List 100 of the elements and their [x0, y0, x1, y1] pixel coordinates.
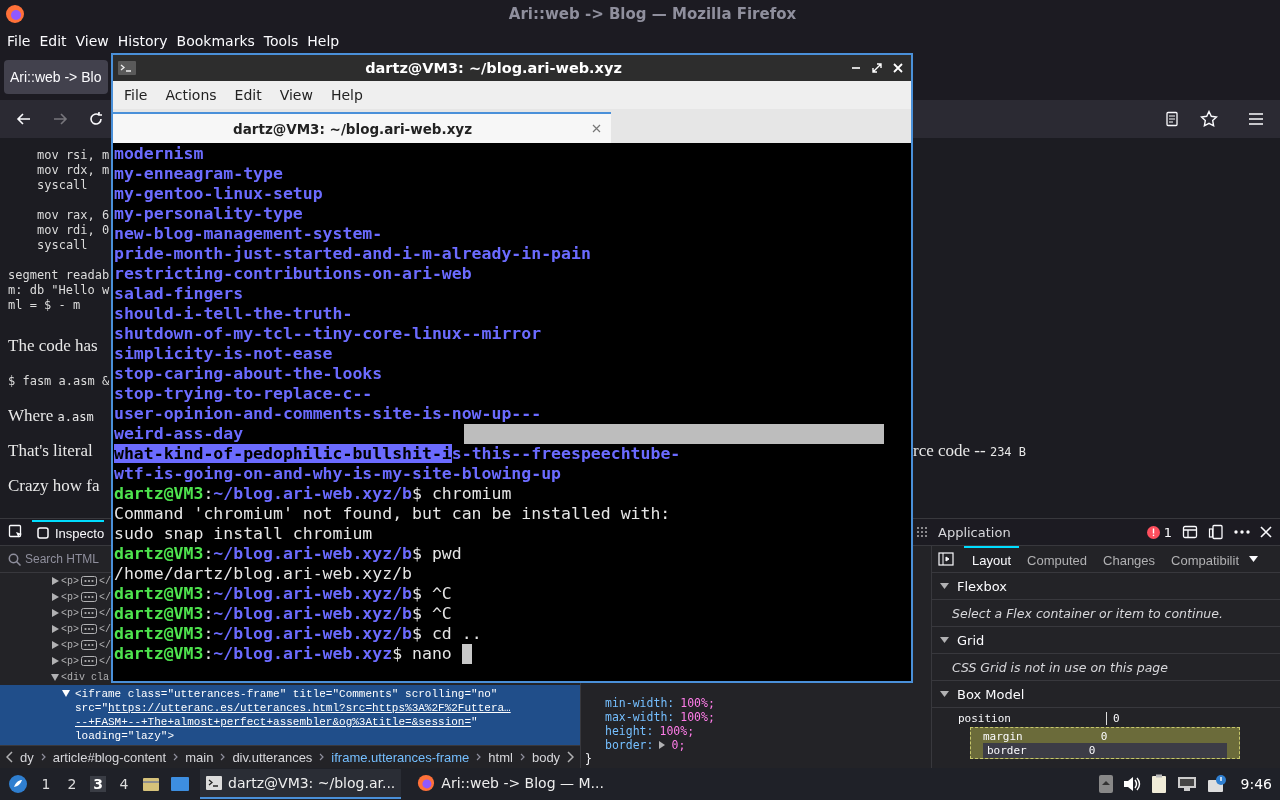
- url-link[interactable]: https://utteranc.es/utterances.html?src=https%3A%2F%2Futtera…: [108, 702, 511, 714]
- menu-item[interactable]: Tools: [259, 32, 303, 49]
- tree-node[interactable]: <p>: [61, 607, 79, 619]
- ellipsis-icon[interactable]: [81, 656, 97, 666]
- desktop-icon[interactable]: [170, 776, 190, 792]
- volume-icon[interactable]: [1122, 776, 1141, 792]
- sidebar-toggle-icon[interactable]: [938, 552, 954, 566]
- menu-item[interactable]: Bookmarks: [172, 32, 259, 49]
- search-field[interactable]: Search HTML: [25, 552, 105, 566]
- maximize-icon[interactable]: [872, 63, 882, 73]
- back-arrow-icon[interactable]: [16, 111, 32, 127]
- inspector-tab[interactable]: Inspecto: [32, 519, 105, 545]
- collapse-arrow-icon[interactable]: [62, 690, 70, 697]
- reader-view-icon[interactable]: [1164, 111, 1180, 127]
- application-tab[interactable]: Application: [938, 524, 1011, 540]
- breadcrumb[interactable]: dy: [20, 749, 34, 765]
- tree-node[interactable]: <p>: [61, 639, 79, 651]
- collapse-arrow-icon[interactable]: [940, 583, 949, 589]
- responsive-icon[interactable]: [1208, 524, 1224, 540]
- terminal-tab[interactable]: dartz@VM3: ~/blog.ari-web.xyz: [113, 112, 611, 143]
- taskbar-task[interactable]: Ari::web -> Blog — M...: [411, 769, 610, 799]
- scroll-left-icon[interactable]: [6, 751, 13, 763]
- close-tab-icon[interactable]: [592, 124, 601, 133]
- menu-item[interactable]: File: [3, 32, 35, 49]
- ellipsis-icon[interactable]: [81, 608, 97, 618]
- breadcrumb[interactable]: article#blog-content: [52, 749, 167, 765]
- error-icon: [1146, 525, 1160, 539]
- element-picker-icon[interactable]: [8, 524, 24, 540]
- workspace-button[interactable]: 3: [90, 776, 106, 792]
- menu-icon[interactable]: [1248, 112, 1264, 126]
- panel-tab[interactable]: Compatibilit: [1163, 546, 1247, 573]
- scroll-right-icon[interactable]: [567, 751, 575, 763]
- panel-tab[interactable]: Changes: [1095, 546, 1164, 573]
- file-manager-icon[interactable]: [142, 776, 160, 792]
- notification-icon[interactable]: [1206, 775, 1227, 793]
- tray-up-icon[interactable]: [1098, 775, 1113, 793]
- breadcrumb[interactable]: iframe.utterances-frame: [331, 749, 470, 765]
- expand-arrow-icon[interactable]: [659, 741, 666, 749]
- chevron-icon: [40, 753, 46, 761]
- panel-tab[interactable]: Computed: [1019, 546, 1096, 573]
- taskbar-task[interactable]: dartz@VM3: ~/blog.ar...: [200, 769, 402, 799]
- menu-item[interactable]: Help: [321, 87, 372, 103]
- tree-node[interactable]: <p>: [61, 623, 79, 635]
- collapse-arrow-icon[interactable]: [940, 637, 949, 643]
- ellipsis-icon[interactable]: [81, 624, 97, 634]
- url-link[interactable]: --+FASM+--+The+almost+perfect+assembler&og%3Atitle=&session=: [75, 716, 472, 728]
- ellipsis-icon[interactable]: [81, 592, 97, 602]
- selected-tree-node[interactable]: [0, 685, 580, 745]
- menu-item[interactable]: View: [71, 32, 113, 49]
- panel-tab[interactable]: Layout: [964, 546, 1020, 573]
- collapse-arrow-icon[interactable]: [940, 691, 949, 697]
- tree-node[interactable]: <p>: [61, 575, 79, 587]
- tree-node[interactable]: <p>: [61, 655, 79, 667]
- start-menu-icon[interactable]: [8, 774, 28, 794]
- window-title: dartz@VM3: ~/blog.ari-web.xyz: [364, 60, 623, 76]
- browser-tab[interactable]: Ari::web -> Blo: [4, 59, 108, 94]
- forward-arrow-icon[interactable]: [52, 111, 68, 127]
- clipboard-icon[interactable]: [1150, 774, 1167, 794]
- menu-item[interactable]: History: [113, 32, 172, 49]
- ellipsis-icon[interactable]: [81, 576, 97, 586]
- breadcrumb[interactable]: body: [531, 749, 561, 765]
- chevron-icon: [220, 753, 226, 761]
- margin-value[interactable]: 0: [1100, 729, 1108, 743]
- menu-item[interactable]: File: [115, 87, 157, 103]
- breadcrumb[interactable]: div.utterances: [232, 749, 313, 765]
- close-icon[interactable]: [893, 63, 903, 73]
- reload-icon[interactable]: [88, 111, 104, 127]
- collapse-arrow-icon[interactable]: [51, 673, 59, 681]
- breadcrumb[interactable]: main: [185, 749, 214, 765]
- workspace-button[interactable]: 1: [38, 776, 54, 792]
- css-value[interactable]: 0;: [671, 738, 686, 752]
- layout-icon[interactable]: [1182, 524, 1198, 540]
- workspace-button[interactable]: 2: [64, 776, 80, 792]
- close-icon[interactable]: [1260, 526, 1272, 538]
- dropdown-arrow-icon[interactable]: [1249, 556, 1258, 562]
- css-value[interactable]: 100%;: [680, 696, 715, 710]
- section-header[interactable]: Box Model: [957, 686, 1025, 702]
- border-value[interactable]: 0: [1088, 744, 1096, 757]
- prompt-path: ~/blog.ari-web.xyz/b: [213, 604, 413, 624]
- css-value[interactable]: 100%;: [659, 724, 695, 738]
- tree-node-close: </: [99, 591, 112, 603]
- network-icon[interactable]: [1176, 776, 1197, 792]
- tree-node[interactable]: <p>: [61, 591, 79, 603]
- menu-item[interactable]: Help: [303, 32, 344, 49]
- section-header[interactable]: Grid: [957, 632, 985, 648]
- star-icon[interactable]: [1200, 110, 1218, 128]
- menu-item[interactable]: Edit: [225, 87, 271, 103]
- menu-item[interactable]: Actions: [156, 87, 226, 103]
- ellipsis-icon[interactable]: [81, 640, 97, 650]
- menu-item[interactable]: Edit: [35, 32, 71, 49]
- error-count[interactable]: 1: [1163, 524, 1172, 540]
- more-icon[interactable]: [1234, 530, 1250, 534]
- css-value[interactable]: 100%;: [680, 710, 715, 724]
- breadcrumb[interactable]: html: [488, 749, 513, 765]
- section-header[interactable]: Flexbox: [957, 578, 1008, 594]
- workspace-button[interactable]: 4: [116, 776, 132, 792]
- menu-item[interactable]: View: [270, 87, 322, 103]
- paragraph-text: That's literal: [8, 440, 93, 461]
- tree-node[interactable]: <div cla: [61, 671, 109, 683]
- code-line: ml = $ - m: [8, 298, 81, 313]
